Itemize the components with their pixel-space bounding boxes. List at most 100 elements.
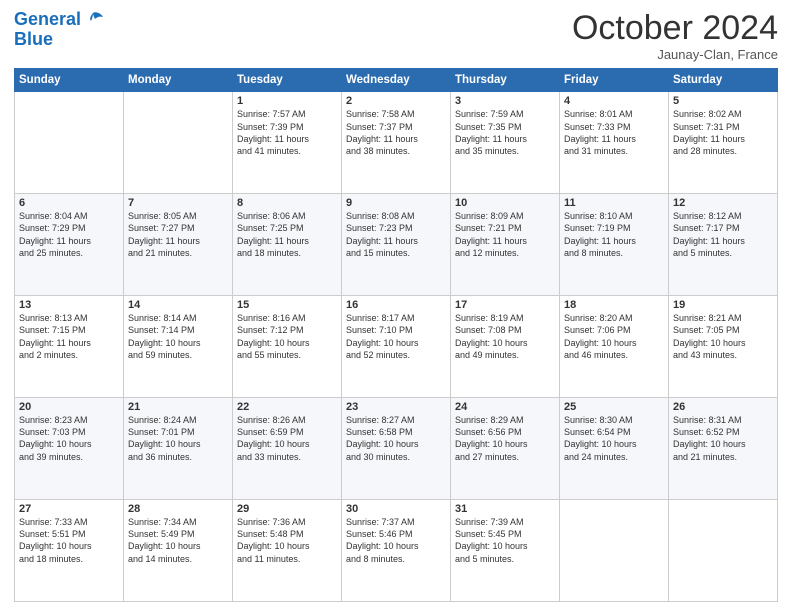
weekday-header-wednesday: Wednesday [342,69,451,92]
day-info: Sunrise: 8:14 AM Sunset: 7:14 PM Dayligh… [128,312,228,361]
day-info: Sunrise: 8:01 AM Sunset: 7:33 PM Dayligh… [564,108,664,157]
day-info: Sunrise: 8:10 AM Sunset: 7:19 PM Dayligh… [564,210,664,259]
weekday-header-friday: Friday [560,69,669,92]
day-number: 23 [346,401,446,413]
header: General Blue October 2024 Jaunay-Clan, F… [14,10,778,62]
day-info: Sunrise: 7:36 AM Sunset: 5:48 PM Dayligh… [237,516,337,565]
day-info: Sunrise: 8:31 AM Sunset: 6:52 PM Dayligh… [673,414,773,463]
week-row-4: 20Sunrise: 8:23 AM Sunset: 7:03 PM Dayli… [15,398,778,500]
day-info: Sunrise: 8:08 AM Sunset: 7:23 PM Dayligh… [346,210,446,259]
day-number: 7 [128,197,228,209]
logo-blue: Blue [14,30,53,50]
day-info: Sunrise: 8:19 AM Sunset: 7:08 PM Dayligh… [455,312,555,361]
day-number: 2 [346,95,446,107]
calendar-cell: 30Sunrise: 7:37 AM Sunset: 5:46 PM Dayli… [342,500,451,602]
calendar-table: SundayMondayTuesdayWednesdayThursdayFrid… [14,68,778,602]
day-number: 17 [455,299,555,311]
calendar-cell: 10Sunrise: 8:09 AM Sunset: 7:21 PM Dayli… [451,194,560,296]
week-row-3: 13Sunrise: 8:13 AM Sunset: 7:15 PM Dayli… [15,296,778,398]
day-info: Sunrise: 8:04 AM Sunset: 7:29 PM Dayligh… [19,210,119,259]
day-number: 9 [346,197,446,209]
page: General Blue October 2024 Jaunay-Clan, F… [0,0,792,612]
day-info: Sunrise: 8:27 AM Sunset: 6:58 PM Dayligh… [346,414,446,463]
day-info: Sunrise: 8:26 AM Sunset: 6:59 PM Dayligh… [237,414,337,463]
calendar-cell: 5Sunrise: 8:02 AM Sunset: 7:31 PM Daylig… [669,92,778,194]
day-info: Sunrise: 8:16 AM Sunset: 7:12 PM Dayligh… [237,312,337,361]
calendar-cell: 28Sunrise: 7:34 AM Sunset: 5:49 PM Dayli… [124,500,233,602]
calendar-cell: 16Sunrise: 8:17 AM Sunset: 7:10 PM Dayli… [342,296,451,398]
weekday-header-monday: Monday [124,69,233,92]
day-number: 30 [346,503,446,515]
title-block: October 2024 Jaunay-Clan, France [572,10,778,62]
weekday-header-saturday: Saturday [669,69,778,92]
calendar-cell: 27Sunrise: 7:33 AM Sunset: 5:51 PM Dayli… [15,500,124,602]
logo-text: General [14,10,81,30]
logo: General Blue [14,10,103,50]
day-info: Sunrise: 7:39 AM Sunset: 5:45 PM Dayligh… [455,516,555,565]
calendar-cell: 24Sunrise: 8:29 AM Sunset: 6:56 PM Dayli… [451,398,560,500]
calendar-cell: 23Sunrise: 8:27 AM Sunset: 6:58 PM Dayli… [342,398,451,500]
day-number: 21 [128,401,228,413]
day-info: Sunrise: 7:58 AM Sunset: 7:37 PM Dayligh… [346,108,446,157]
day-info: Sunrise: 7:37 AM Sunset: 5:46 PM Dayligh… [346,516,446,565]
day-info: Sunrise: 8:02 AM Sunset: 7:31 PM Dayligh… [673,108,773,157]
day-number: 25 [564,401,664,413]
weekday-header-thursday: Thursday [451,69,560,92]
month-title: October 2024 [572,10,778,47]
calendar-cell: 6Sunrise: 8:04 AM Sunset: 7:29 PM Daylig… [15,194,124,296]
calendar-cell: 11Sunrise: 8:10 AM Sunset: 7:19 PM Dayli… [560,194,669,296]
day-number: 4 [564,95,664,107]
day-number: 16 [346,299,446,311]
calendar-cell: 20Sunrise: 8:23 AM Sunset: 7:03 PM Dayli… [15,398,124,500]
day-number: 13 [19,299,119,311]
calendar-cell: 9Sunrise: 8:08 AM Sunset: 7:23 PM Daylig… [342,194,451,296]
calendar-cell: 18Sunrise: 8:20 AM Sunset: 7:06 PM Dayli… [560,296,669,398]
day-info: Sunrise: 8:17 AM Sunset: 7:10 PM Dayligh… [346,312,446,361]
calendar-cell [560,500,669,602]
day-info: Sunrise: 8:23 AM Sunset: 7:03 PM Dayligh… [19,414,119,463]
calendar-cell [669,500,778,602]
calendar-cell: 3Sunrise: 7:59 AM Sunset: 7:35 PM Daylig… [451,92,560,194]
day-info: Sunrise: 8:29 AM Sunset: 6:56 PM Dayligh… [455,414,555,463]
calendar-cell [15,92,124,194]
day-info: Sunrise: 8:30 AM Sunset: 6:54 PM Dayligh… [564,414,664,463]
calendar-cell: 29Sunrise: 7:36 AM Sunset: 5:48 PM Dayli… [233,500,342,602]
day-number: 6 [19,197,119,209]
day-number: 31 [455,503,555,515]
calendar-cell: 21Sunrise: 8:24 AM Sunset: 7:01 PM Dayli… [124,398,233,500]
day-number: 22 [237,401,337,413]
day-number: 28 [128,503,228,515]
calendar-cell: 25Sunrise: 8:30 AM Sunset: 6:54 PM Dayli… [560,398,669,500]
day-info: Sunrise: 8:13 AM Sunset: 7:15 PM Dayligh… [19,312,119,361]
day-number: 24 [455,401,555,413]
logo-bird-icon [83,11,103,29]
day-info: Sunrise: 8:09 AM Sunset: 7:21 PM Dayligh… [455,210,555,259]
day-number: 18 [564,299,664,311]
calendar-cell: 1Sunrise: 7:57 AM Sunset: 7:39 PM Daylig… [233,92,342,194]
day-info: Sunrise: 8:12 AM Sunset: 7:17 PM Dayligh… [673,210,773,259]
week-row-5: 27Sunrise: 7:33 AM Sunset: 5:51 PM Dayli… [15,500,778,602]
calendar-cell: 12Sunrise: 8:12 AM Sunset: 7:17 PM Dayli… [669,194,778,296]
day-number: 11 [564,197,664,209]
day-number: 8 [237,197,337,209]
calendar-cell [124,92,233,194]
day-number: 29 [237,503,337,515]
week-row-1: 1Sunrise: 7:57 AM Sunset: 7:39 PM Daylig… [15,92,778,194]
day-number: 27 [19,503,119,515]
day-info: Sunrise: 7:33 AM Sunset: 5:51 PM Dayligh… [19,516,119,565]
day-number: 15 [237,299,337,311]
weekday-header-sunday: Sunday [15,69,124,92]
calendar-cell: 17Sunrise: 8:19 AM Sunset: 7:08 PM Dayli… [451,296,560,398]
day-number: 19 [673,299,773,311]
day-info: Sunrise: 7:34 AM Sunset: 5:49 PM Dayligh… [128,516,228,565]
calendar-cell: 7Sunrise: 8:05 AM Sunset: 7:27 PM Daylig… [124,194,233,296]
day-number: 14 [128,299,228,311]
day-number: 26 [673,401,773,413]
day-info: Sunrise: 7:59 AM Sunset: 7:35 PM Dayligh… [455,108,555,157]
calendar-cell: 19Sunrise: 8:21 AM Sunset: 7:05 PM Dayli… [669,296,778,398]
day-number: 10 [455,197,555,209]
logo-general: General [14,9,81,29]
calendar-cell: 14Sunrise: 8:14 AM Sunset: 7:14 PM Dayli… [124,296,233,398]
calendar-cell: 22Sunrise: 8:26 AM Sunset: 6:59 PM Dayli… [233,398,342,500]
day-info: Sunrise: 8:06 AM Sunset: 7:25 PM Dayligh… [237,210,337,259]
